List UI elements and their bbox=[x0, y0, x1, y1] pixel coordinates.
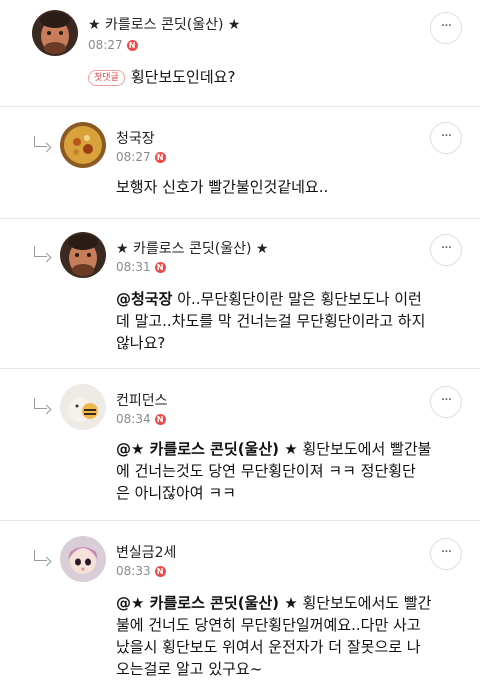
body-text: 횡단보도에서 빨간불 bbox=[302, 440, 432, 458]
time-text: 08:33 bbox=[116, 564, 151, 578]
body-line: @★ 카를로스 콘딧(울산) ★ 횡단보도에서도 빨간 bbox=[116, 592, 431, 614]
avatar[interactable] bbox=[32, 10, 78, 56]
more-options-button[interactable]: ··· bbox=[430, 538, 462, 570]
first-comment-badge: 첫댓글 bbox=[88, 70, 125, 86]
body-line: @★ 카를로스 콘딧(울산) ★ 횡단보도에서 빨간불 bbox=[116, 438, 431, 460]
comment-time: 08:27 N bbox=[116, 150, 166, 164]
reply-arrow-icon bbox=[34, 136, 47, 147]
body-line: 횡단보도인데요? bbox=[130, 68, 236, 86]
comment-time: 08:33 N bbox=[116, 564, 166, 578]
avatar[interactable] bbox=[60, 122, 106, 168]
mention-link[interactable]: @★ 카를로스 콘딧(울산) ★ bbox=[116, 594, 298, 612]
body-line: 은 아니잖아여 ㅋㅋ bbox=[116, 484, 236, 502]
new-badge: N bbox=[154, 152, 166, 163]
comment-body: @청국장 아..무단횡단이란 말은 횡단보도나 이런 데 말고..차도를 막 건… bbox=[116, 288, 425, 354]
comment-time: 08:27 N bbox=[88, 38, 138, 52]
new-badge: N bbox=[154, 566, 166, 577]
divider bbox=[0, 520, 480, 521]
author-name[interactable]: 변실금2세 bbox=[116, 542, 176, 562]
body-text: 아..무단횡단이란 말은 횡단보도나 이런 bbox=[177, 290, 422, 308]
body-line: 불에 건너도 당연히 무단횡단일꺼예요..다만 사고 bbox=[116, 616, 421, 634]
comment-body: 보행자 신호가 빨간불인것같네요.. bbox=[116, 176, 328, 198]
divider bbox=[0, 368, 480, 369]
new-badge: N bbox=[154, 262, 166, 273]
new-badge: N bbox=[154, 414, 166, 425]
body-line: @청국장 아..무단횡단이란 말은 횡단보도나 이런 bbox=[116, 288, 425, 310]
body-line: 에 건너는것도 당연 무단횡단이져 ㅋㅋ 정단횡단 bbox=[116, 462, 416, 480]
body-line: 났을시 횡단보도 위여서 운전자가 더 잘못으로 나 bbox=[116, 638, 421, 656]
time-text: 08:27 bbox=[116, 150, 151, 164]
body-line: 데 말고..차도를 막 건너는걸 무단횡단이라고 하지 bbox=[116, 312, 426, 330]
avatar[interactable] bbox=[60, 536, 106, 582]
divider bbox=[0, 106, 480, 107]
avatar[interactable] bbox=[60, 232, 106, 278]
body-line: 보행자 신호가 빨간불인것같네요.. bbox=[116, 178, 329, 196]
author-name[interactable]: 컨피던스 bbox=[116, 390, 168, 410]
time-text: 08:27 bbox=[88, 38, 123, 52]
author-name[interactable]: 청국장 bbox=[116, 128, 155, 148]
more-options-button[interactable]: ··· bbox=[430, 386, 462, 418]
more-options-button[interactable]: ··· bbox=[430, 234, 462, 266]
mention-link[interactable]: @청국장 bbox=[116, 290, 172, 308]
comment-body: @★ 카를로스 콘딧(울산) ★ 횡단보도에서 빨간불 에 건너는것도 당연 무… bbox=[116, 438, 431, 504]
body-line: 않나요? bbox=[116, 334, 166, 352]
divider bbox=[0, 218, 480, 219]
body-line: 오는걸로 알고 있구요~ bbox=[116, 660, 263, 678]
new-badge: N bbox=[126, 40, 138, 51]
time-text: 08:31 bbox=[116, 260, 151, 274]
more-options-button[interactable]: ··· bbox=[430, 122, 462, 154]
mention-link[interactable]: @★ 카를로스 콘딧(울산) ★ bbox=[116, 440, 298, 458]
comment-time: 08:31 N bbox=[116, 260, 166, 274]
author-name[interactable]: ★ 카를로스 콘딧(울산) ★ bbox=[88, 14, 240, 34]
reply-arrow-icon bbox=[34, 550, 47, 561]
more-options-button[interactable]: ··· bbox=[430, 12, 462, 44]
reply-arrow-icon bbox=[34, 246, 47, 257]
comment-body: 첫댓글 횡단보도인데요? bbox=[88, 66, 235, 88]
comment-time: 08:34 N bbox=[116, 412, 166, 426]
body-text: 횡단보도에서도 빨간 bbox=[302, 594, 432, 612]
comment-body: @★ 카를로스 콘딧(울산) ★ 횡단보도에서도 빨간 불에 건너도 당연히 무… bbox=[116, 592, 431, 680]
author-name[interactable]: ★ 카를로스 콘딧(울산) ★ bbox=[116, 238, 268, 258]
reply-arrow-icon bbox=[34, 398, 47, 409]
avatar[interactable] bbox=[60, 384, 106, 430]
time-text: 08:34 bbox=[116, 412, 151, 426]
